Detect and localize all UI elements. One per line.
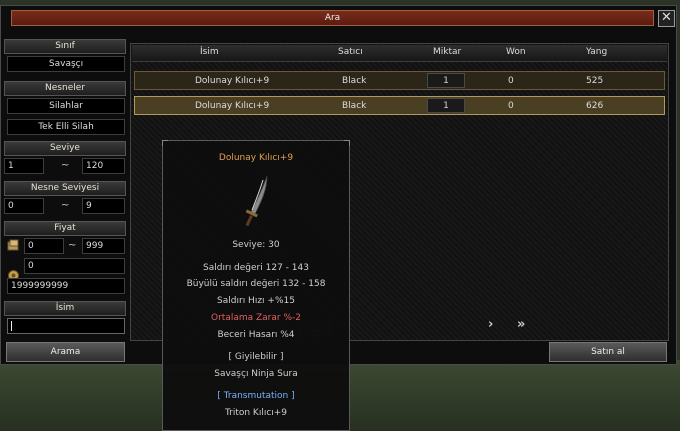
column-seller[interactable]: Satıcı [338,47,363,57]
won-input[interactable]: 0 [24,258,125,274]
last-page-icon[interactable]: » [517,317,525,332]
tooltip-wearable: [ Giyilebilir ] [228,352,284,362]
row-won: 0 [508,76,514,86]
row-seller: Black [342,101,367,111]
item-level-max-input[interactable]: 9 [82,198,125,214]
table-row[interactable]: Dolunay Kılıcı+9 Black 1 0 525 [134,71,665,90]
row-quantity: 1 [427,73,465,88]
close-icon[interactable]: ✕ [658,10,675,27]
column-name[interactable]: İsim [200,47,219,57]
search-button[interactable]: Arama [6,342,125,362]
row-item-name: Dolunay Kılıcı+9 [195,76,270,86]
item-level-min-input[interactable]: 0 [4,198,44,214]
column-won[interactable]: Won [506,47,526,57]
tooltip-transmutation: [ Transmutation ] [217,391,295,401]
item-subtype-select[interactable]: Tek Elli Silah [7,119,125,135]
column-quantity[interactable]: Miktar [433,47,461,57]
row-quantity: 1 [427,98,465,113]
tooltip-magic-attack: Büyülü saldırı değeri 132 - 158 [186,279,326,289]
item-level-range-tilde: ~ [61,200,70,211]
row-won: 0 [508,101,514,111]
yang-input[interactable]: 1999999999 [7,278,125,294]
sword-icon [245,175,268,227]
price-range-tilde: ~ [68,240,77,251]
tooltip-transmute-item: Triton Kılıcı+9 [224,408,288,418]
row-yang: 626 [586,101,604,111]
window-title[interactable]: Ara [11,10,654,26]
tooltip-level: Seviye: 30 [232,240,280,250]
table-header: İsim Satıcı Miktar Won Yang [132,45,667,62]
items-label: Nesneler [4,81,126,96]
level-label: Seviye [4,141,126,156]
won-min-input[interactable]: 0 [24,238,64,254]
price-label: Fiyat [4,221,126,236]
tooltip-classes: Savaşçı Ninja Sura [214,369,298,379]
class-select[interactable]: Savaşçı [7,56,125,72]
name-label: İsim [4,301,126,316]
tooltip-avg-damage: Ortalama Zarar %-2 [211,313,301,323]
filter-sidebar: Sınıf Savaşçı Nesneler Silahlar Tek Elli… [4,39,126,339]
table-row-selected[interactable]: Dolunay Kılıcı+9 Black 1 0 626 [134,96,665,115]
won-coin-icon [7,239,19,251]
name-search-input[interactable] [7,318,125,334]
tooltip-attack-speed: Saldırı Hızı +%15 [217,296,295,306]
tooltip-attack: Saldırı değeri 127 - 143 [203,263,309,273]
item-level-label: Nesne Seviyesi [4,181,126,196]
level-range-tilde: ~ [61,160,70,171]
column-yang[interactable]: Yang [586,47,607,57]
item-type-select[interactable]: Silahlar [7,98,125,114]
next-page-icon[interactable]: › [488,317,493,332]
row-seller: Black [342,76,367,86]
row-yang: 525 [586,76,604,86]
tooltip-corner [344,140,350,146]
tooltip-item-title: Dolunay Kılıcı+9 [218,153,294,163]
row-item-name: Dolunay Kılıcı+9 [195,101,270,111]
class-label: Sınıf [4,39,126,54]
won-max-input[interactable]: 999 [82,238,125,254]
item-tooltip: Dolunay Kılıcı+9 Seviye: 30 Saldırı değe… [162,140,350,431]
level-max-input[interactable]: 120 [82,158,125,174]
text-cursor [11,320,12,331]
tooltip-corner [162,140,168,146]
tooltip-skill-damage: Beceri Hasarı %4 [217,330,295,340]
buy-button[interactable]: Satın al [549,342,667,362]
level-min-input[interactable]: 1 [4,158,44,174]
